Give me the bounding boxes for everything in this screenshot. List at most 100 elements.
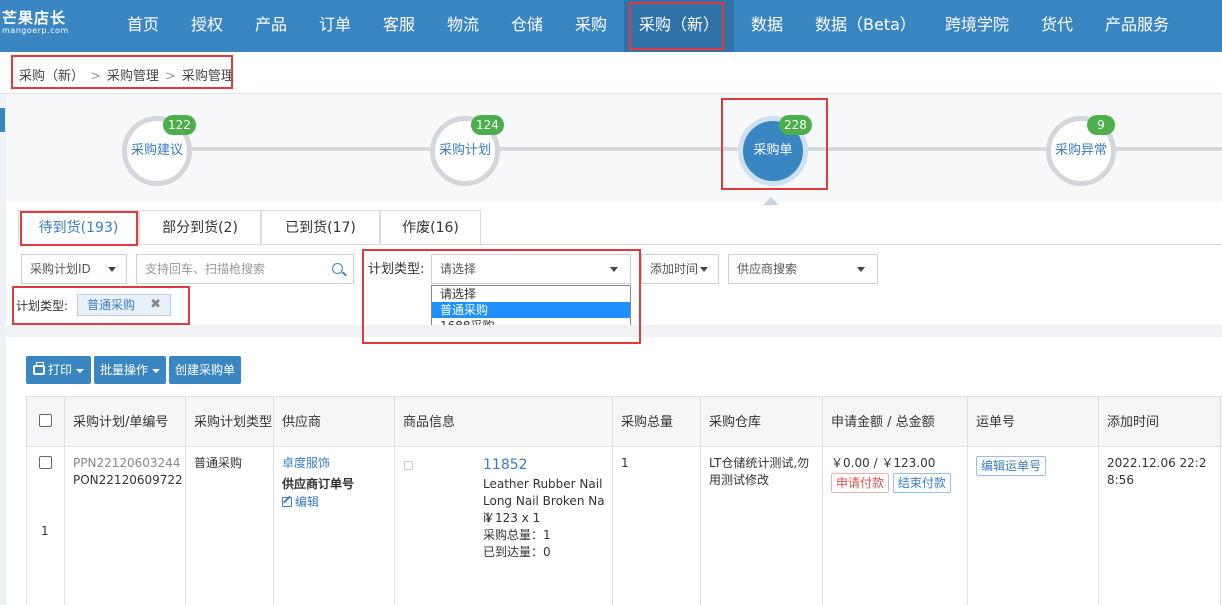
col-header-total-qty: 采购总量 [621,414,674,430]
nav-item-product-service[interactable]: 产品服务 [1105,0,1169,52]
plan-number[interactable]: PPN22120603244 [73,455,180,472]
edit-icon [282,497,292,507]
breadcrumb: 采购（新） > 采购管理 > 采购管理 [19,65,234,84]
product-id-link[interactable]: 11852 [483,457,528,474]
col-header-amount: 申请金额 / 总金额 [831,414,935,430]
supplier-edit-link[interactable]: 编辑 [282,494,319,511]
nav-item-warehouse[interactable]: 仓储 [511,0,543,52]
step-label: 采购建议 [130,143,183,158]
active-filter-label: 计划类型: [16,299,69,313]
order-number[interactable]: PON22120609722 [73,472,183,489]
create-purchase-order-button[interactable]: 创建采购单 [169,356,241,384]
column-divider [612,397,613,605]
caret-down-icon [76,368,84,373]
step-label: 采购计划 [438,143,491,158]
plan-type-select[interactable]: 请选择 [431,254,631,284]
caret-down-icon [152,368,160,373]
search-input[interactable]: 支持回车、扫描枪搜索 [136,254,354,284]
column-divider [185,397,186,605]
active-filter-value: 普通采购 [87,298,136,312]
sidebar-toggle[interactable] [0,108,5,132]
product-total-qty: 采购总量：1 [483,528,551,542]
step-count-badge: 124 [471,115,504,135]
supplier-link[interactable]: 卓度服饰 [282,455,330,472]
edit-label: 编辑 [295,495,320,509]
caret-down-icon [610,267,618,272]
print-button[interactable]: 打印 [26,356,91,384]
batch-operations-button[interactable]: 批量操作 [94,356,166,384]
col-header-product-info: 商品信息 [403,414,456,430]
step-count-badge: 228 [779,115,812,135]
col-header-warehouse: 采购仓库 [709,414,762,430]
col-header-supplier: 供应商 [282,414,322,430]
col-header-tracking-no: 运单号 [976,414,1016,430]
nav-item-data-beta[interactable]: 数据（Beta） [815,0,916,52]
select-all-checkbox[interactable] [39,414,52,427]
finish-payment-button[interactable]: 结束付款 [892,473,951,493]
tab-arrived[interactable]: 已到货(17) [261,210,380,245]
top-nav: 芒果店长 mangoerp.com 首页 授权 产品 订单 客服 物流 仓储 采… [0,0,1222,52]
nav-item-academy[interactable]: 跨境学院 [945,0,1009,52]
chevron-right-icon: > [164,69,176,84]
plan-id-select-value: 采购计划ID [30,262,91,276]
dropdown-option[interactable]: 普通采购 [432,302,630,318]
status-tabs: 待到货(193) 部分到货(2) 已到货(17) 作废(16) [18,210,1222,245]
nav-item-home[interactable]: 首页 [127,0,159,52]
step-connector [1116,147,1222,151]
edit-tracking-button[interactable]: 编辑运单号 [976,456,1047,476]
step-purchase-order[interactable]: 采购单 228 [738,115,812,186]
chevron-right-icon: > [90,69,101,84]
tab-awaiting-arrival[interactable]: 待到货(193) [18,210,139,245]
step-label: 采购异常 [1054,143,1107,158]
column-divider [1220,397,1221,605]
purchase-order-table: 采购计划/单编号 采购计划类型 供应商 商品信息 采购总量 采购仓库 申请金额 … [26,396,1222,605]
column-divider [273,397,274,605]
nav-item-service[interactable]: 客服 [383,0,415,52]
breadcrumb-item[interactable]: 采购管理 [107,69,159,84]
nav-item-auth[interactable]: 授权 [191,0,223,52]
nav-item-data[interactable]: 数据 [751,0,783,52]
nav-item-purchase-new[interactable]: 采购（新） [624,0,734,52]
active-step-caret [763,197,779,205]
step-purchase-suggestion[interactable]: 采购建议 122 [122,115,196,186]
total-qty: 1 [621,456,629,470]
add-time-sort[interactable]: 添加时间 [641,254,719,284]
nav-item-products[interactable]: 产品 [255,0,287,52]
supplier-search-label: 供应商搜索 [737,262,798,276]
breadcrumb-item: 采购管理 [181,69,234,84]
caret-down-icon [108,267,116,272]
column-divider [394,397,395,605]
logo[interactable]: 芒果店长 mangoerp.com [2,10,82,36]
add-time-label: 添加时间 [650,262,699,276]
apply-payment-button[interactable]: 申请付款 [831,473,890,493]
workflow-steps: 采购建议 122 采购计划 124 采购单 228 采购异常 9 [6,94,1222,202]
plan-type-select-value: 请选择 [440,262,477,276]
close-icon[interactable]: ✖ [150,295,161,315]
tab-voided[interactable]: 作废(16) [380,210,481,245]
search-placeholder: 支持回车、扫描枪搜索 [145,262,266,276]
column-divider [700,397,701,605]
plan-id-select[interactable]: 采购计划ID [21,254,127,284]
nav-item-forwarder[interactable]: 货代 [1041,0,1073,52]
supplier-search-select[interactable]: 供应商搜索 [728,254,878,284]
row-index: 1 [41,524,49,538]
step-connector [808,147,1046,151]
logo-subtext: mangoerp.com [2,26,69,35]
step-purchase-plan[interactable]: 采购计划 124 [430,115,504,186]
step-purchase-exception[interactable]: 采购异常 9 [1046,115,1116,186]
nav-item-logistics[interactable]: 物流 [447,0,479,52]
product-price-qty: ￥123 x 1 [483,511,541,525]
plan-type: 普通采购 [194,456,243,470]
tab-partial-arrival[interactable]: 部分到货(2) [139,210,261,245]
search-icon[interactable] [332,263,343,274]
amount: ￥0.00 / ￥123.00 [831,456,936,470]
nav-item-purchase[interactable]: 采购 [575,0,607,52]
column-divider [967,397,968,605]
dropdown-option[interactable]: 请选择 [432,286,630,302]
step-label: 采购单 [753,143,793,158]
row-checkbox[interactable] [39,456,52,469]
supplier-order-label: 供应商订单号 [282,477,355,491]
product-image-placeholder [404,461,413,470]
nav-item-orders[interactable]: 订单 [319,0,351,52]
breadcrumb-item[interactable]: 采购（新） [19,69,84,84]
